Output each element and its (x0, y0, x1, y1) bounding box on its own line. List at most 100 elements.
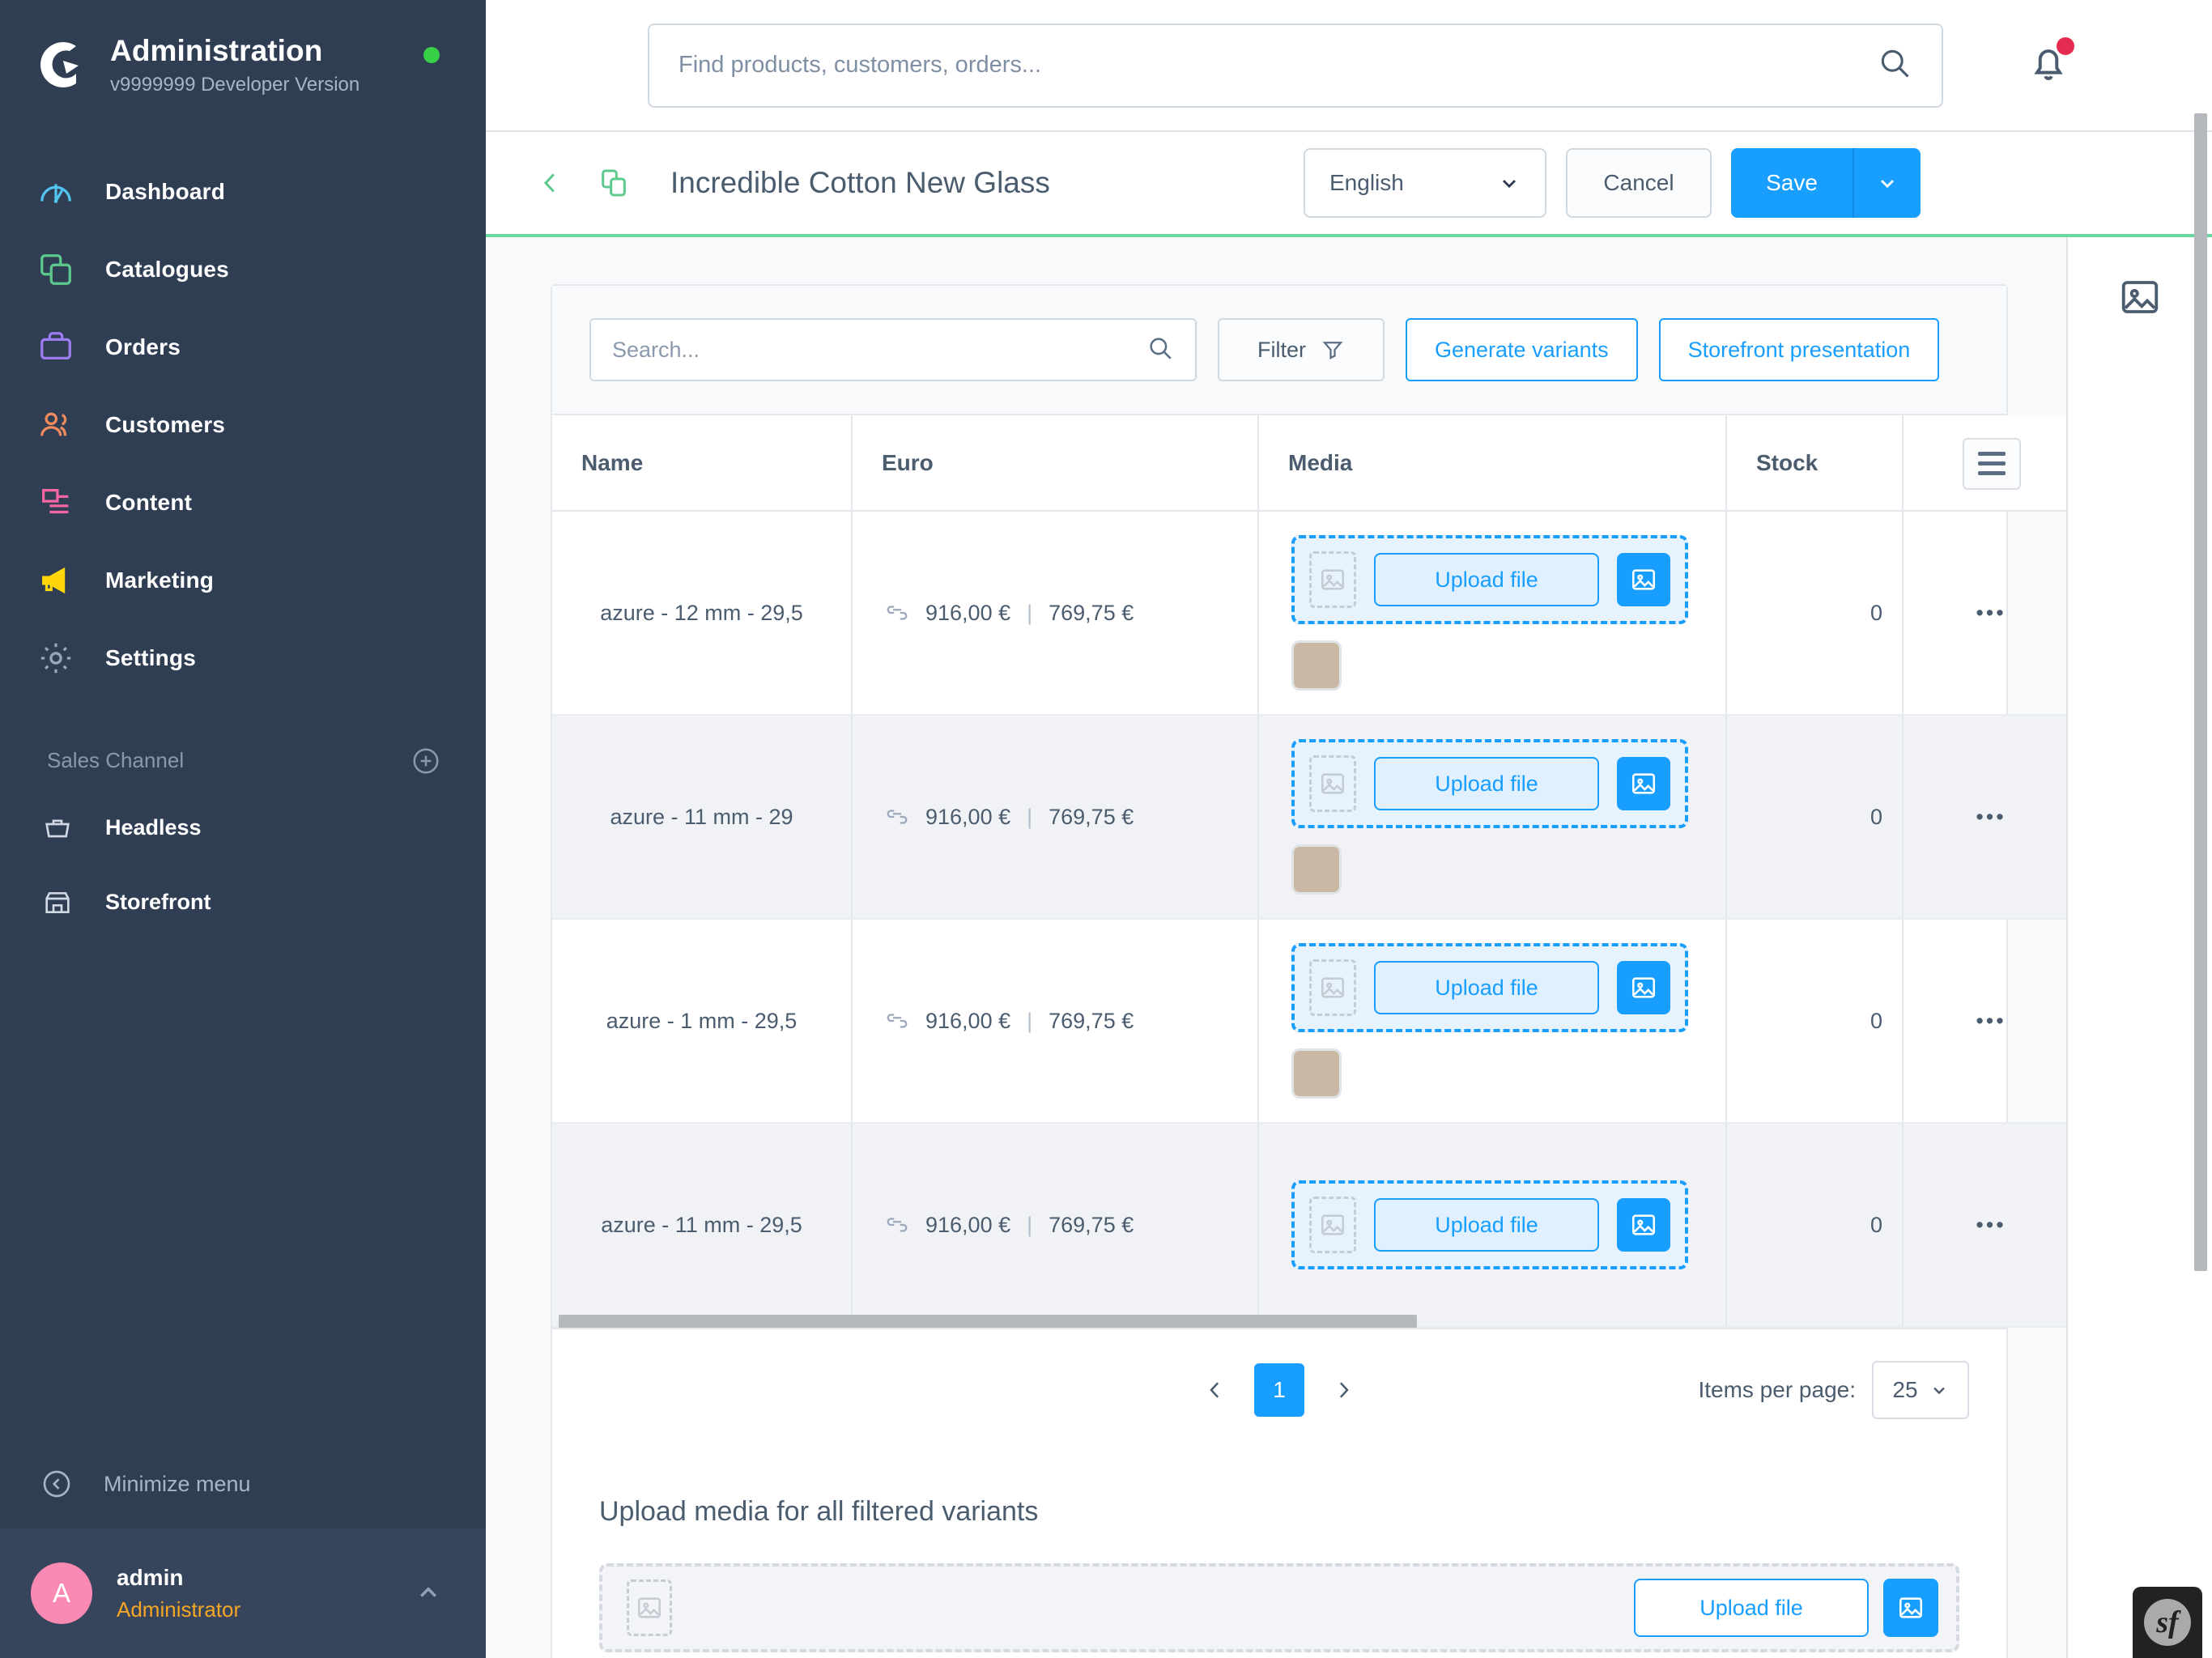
search-icon[interactable] (1877, 45, 1912, 85)
page-vertical-scrollbar[interactable] (2194, 113, 2207, 1271)
upload-file-button[interactable]: Upload file (1374, 1198, 1599, 1252)
cancel-button[interactable]: Cancel (1566, 148, 1712, 218)
upload-file-button[interactable]: Upload file (1374, 961, 1599, 1014)
media-upload-zone[interactable]: Upload file (1291, 1180, 1688, 1269)
variants-search-box[interactable] (589, 318, 1197, 381)
column-header-media[interactable]: Media (1258, 415, 1727, 512)
variants-search-input[interactable] (612, 337, 1146, 363)
media-upload-zone[interactable]: Upload file (1291, 535, 1688, 624)
notifications-button[interactable] (2026, 37, 2074, 90)
image-placeholder-icon (1309, 755, 1356, 812)
media-panel-icon[interactable] (2116, 273, 2164, 321)
notification-badge (2057, 37, 2074, 55)
table-row[interactable]: azure - 12 mm - 29,5 916,00 € | 769,75 €… (552, 511, 2066, 716)
variants-toolbar: Filter Generate variants Storefront pres… (552, 286, 2006, 415)
user-menu[interactable]: A admin Administrator (0, 1528, 486, 1658)
bulk-upload-file-button[interactable]: Upload file (1634, 1579, 1869, 1637)
upload-file-button[interactable]: Upload file (1374, 757, 1599, 810)
back-button[interactable] (534, 167, 567, 199)
chevron-down-icon (1503, 180, 1516, 189)
table-row[interactable]: azure - 11 mm - 29,5 916,00 € | 769,75 €… (552, 1123, 2066, 1328)
sidebar-item-label: Dashboard (105, 178, 226, 204)
global-search-wrap (648, 23, 1943, 108)
chevron-up-icon[interactable] (411, 1576, 445, 1610)
storefront-presentation-button[interactable]: Storefront presentation (1658, 318, 1940, 381)
table-head: Name Euro Media Stock (552, 415, 2066, 512)
open-media-manager-button[interactable] (1617, 757, 1670, 810)
global-search-box[interactable] (648, 23, 1943, 108)
pagination-prev-button[interactable] (1196, 1371, 1235, 1409)
sidebar-item-label: Orders (105, 334, 181, 359)
user-role: Administrator (117, 1596, 241, 1622)
sales-channel-title: Sales Channel (47, 748, 185, 773)
ellipsis-icon[interactable]: ••• (1976, 806, 2006, 828)
copy-icon (36, 249, 76, 290)
price-gross: 769,75 € (1049, 804, 1134, 829)
table-row[interactable]: azure - 1 mm - 29,5 916,00 € | 769,75 € … (552, 919, 2066, 1124)
media-thumbnail[interactable] (1291, 844, 1342, 895)
open-media-manager-button[interactable] (1617, 1198, 1670, 1252)
table-row[interactable]: azure - 11 mm - 29 916,00 € | 769,75 € U… (552, 715, 2066, 920)
column-header-stock[interactable]: Stock (1726, 415, 1904, 512)
duplicate-product-button[interactable] (596, 165, 632, 201)
ellipsis-icon[interactable]: ••• (1976, 602, 2006, 624)
price-separator: | (1027, 600, 1033, 625)
pagination-page-1[interactable]: 1 (1254, 1363, 1304, 1417)
media-upload-zone[interactable]: Upload file (1291, 739, 1688, 828)
sidebar-item-catalogues[interactable]: Catalogues (0, 231, 486, 308)
filter-label: Filter (1257, 337, 1306, 362)
search-icon[interactable] (1146, 334, 1174, 366)
open-media-manager-button[interactable] (1617, 961, 1670, 1014)
save-options-button[interactable] (1854, 148, 1921, 218)
search-input[interactable] (678, 52, 1877, 79)
cell-stock: 0 (1726, 1123, 1904, 1328)
link-icon (887, 606, 908, 620)
symfony-debug-toolbar[interactable]: sf (2133, 1587, 2202, 1658)
image-placeholder-icon (1309, 551, 1356, 608)
minimize-menu-button[interactable]: Minimize menu (0, 1439, 486, 1528)
price-gross: 769,75 € (1049, 1008, 1134, 1033)
global-topbar (486, 0, 2212, 132)
table-settings-button[interactable] (1962, 437, 2021, 490)
items-per-page-select[interactable]: 25 (1872, 1361, 1969, 1419)
pagination-next-button[interactable] (1324, 1371, 1363, 1409)
open-media-manager-button[interactable] (1617, 553, 1670, 606)
sidebar-item-settings[interactable]: Settings (0, 619, 486, 697)
language-select[interactable]: English (1304, 148, 1546, 218)
language-value: English (1329, 170, 1404, 195)
status-dot (423, 47, 440, 63)
bulk-open-media-manager-button[interactable] (1883, 1579, 1938, 1637)
media-thumbnail[interactable] (1291, 640, 1342, 691)
ellipsis-icon[interactable]: ••• (1976, 1214, 2006, 1236)
table-horizontal-scrollbar[interactable] (559, 1315, 1417, 1328)
content-icon (36, 483, 76, 523)
filter-button[interactable]: Filter (1218, 318, 1385, 381)
product-header-actions: English Cancel Save (1304, 148, 2178, 218)
generate-variants-button[interactable]: Generate variants (1406, 318, 1638, 381)
column-header-euro[interactable]: Euro (852, 415, 1259, 512)
cell-actions: ••• (1903, 715, 2066, 920)
sidebar-item-marketing[interactable]: Marketing (0, 542, 486, 619)
main-area: Incredible Cotton New Glass English Canc… (486, 0, 2212, 1658)
sidebar-item-storefront[interactable]: Storefront (0, 865, 486, 940)
sidebar-item-content[interactable]: Content (0, 464, 486, 542)
brand-version: v9999999 Developer Version (110, 73, 360, 96)
bulk-upload-zone[interactable]: Upload file (599, 1563, 1959, 1652)
ellipsis-icon[interactable]: ••• (1976, 1010, 2006, 1032)
column-header-name[interactable]: Name (552, 415, 853, 512)
brand-block[interactable]: Administration v9999999 Developer Versio… (0, 0, 486, 130)
media-thumbnail[interactable] (1291, 1048, 1342, 1099)
add-sales-channel-icon[interactable] (410, 746, 441, 776)
sidebar-item-dashboard[interactable]: Dashboard (0, 153, 486, 231)
sidebar-item-orders[interactable]: Orders (0, 308, 486, 386)
sidebar-item-customers[interactable]: Customers (0, 386, 486, 464)
cell-stock: 0 (1726, 919, 1904, 1124)
sidebar-item-headless[interactable]: Headless (0, 791, 486, 865)
product-header: Incredible Cotton New Glass English Canc… (486, 132, 2212, 237)
upload-file-button[interactable]: Upload file (1374, 553, 1599, 606)
price-net: 916,00 € (925, 600, 1011, 625)
media-upload-zone[interactable]: Upload file (1291, 943, 1688, 1032)
save-button[interactable]: Save (1731, 148, 1854, 218)
column-settings-cell (1903, 415, 2066, 512)
